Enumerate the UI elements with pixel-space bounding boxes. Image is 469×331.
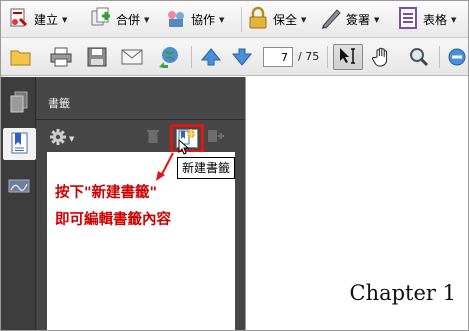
delete-bookmark-button[interactable] bbox=[146, 128, 160, 147]
pages-tab-icon bbox=[10, 91, 28, 116]
next-page-icon[interactable] bbox=[230, 46, 254, 68]
collaborate-label: 協作 bbox=[191, 13, 216, 27]
tooltip: 新建書籤 bbox=[177, 157, 236, 179]
email-icon[interactable] bbox=[120, 46, 144, 68]
toolbar-divider bbox=[241, 7, 242, 32]
chevron-down-icon: ▼ bbox=[374, 15, 380, 24]
panel-divider bbox=[36, 119, 245, 120]
toolbar-divider bbox=[191, 46, 192, 68]
globe-icon[interactable] bbox=[156, 46, 180, 68]
forms-label: 表格 bbox=[423, 13, 448, 27]
sign-label: 簽署 bbox=[346, 13, 371, 27]
chevron-down-icon: ▼ bbox=[69, 134, 75, 143]
zoom-out-icon[interactable] bbox=[445, 46, 468, 68]
chevron-down-icon: ▼ bbox=[144, 15, 150, 24]
secure-label: 保全 bbox=[273, 13, 298, 27]
chevron-down-icon: ▼ bbox=[301, 15, 307, 24]
mouse-pointer-icon bbox=[178, 138, 190, 158]
select-tool-button[interactable] bbox=[333, 44, 363, 70]
acrobat-window: 建立 ▼ 合併 ▼ 協作 ▼ 保全 ▼ 簽署 ▼ 表格 ▼ 7 / 75 書籤 … bbox=[0, 0, 469, 331]
pages-tab[interactable] bbox=[5, 87, 32, 119]
select-text-cursor-icon bbox=[338, 47, 358, 68]
combine-label: 合併 bbox=[116, 13, 141, 27]
combine-icon bbox=[89, 6, 113, 33]
collaborate-button[interactable]: 協作 ▼ bbox=[164, 6, 224, 33]
options-button[interactable]: ▼ bbox=[49, 128, 74, 149]
create-button[interactable]: 建立 ▼ bbox=[7, 6, 67, 33]
page-total: / 75 bbox=[298, 50, 320, 63]
hand-tool-icon[interactable] bbox=[370, 46, 394, 68]
navigation-toolbar: / 75 bbox=[1, 38, 468, 76]
expand-bookmark-icon bbox=[207, 130, 225, 147]
navigation-pane-strip bbox=[1, 77, 36, 330]
create-label: 建立 bbox=[34, 13, 59, 27]
save-icon[interactable] bbox=[85, 46, 109, 68]
toolbar-divider bbox=[327, 46, 328, 68]
previous-page-icon[interactable] bbox=[199, 46, 223, 68]
annotation-line-1: 按下"新建書籤" bbox=[55, 185, 158, 201]
page-number-input[interactable] bbox=[263, 47, 293, 67]
sign-button[interactable]: 簽署 ▼ bbox=[319, 6, 379, 33]
combine-button[interactable]: 合併 ▼ bbox=[89, 6, 149, 33]
toolbar-divider bbox=[439, 46, 440, 68]
lock-icon bbox=[246, 6, 270, 33]
zoom-tool-icon[interactable] bbox=[407, 46, 431, 68]
pen-icon bbox=[319, 6, 343, 33]
forms-button[interactable]: 表格 ▼ bbox=[396, 6, 456, 33]
collaborate-icon bbox=[164, 6, 188, 33]
document-view[interactable]: Chapter 1 bbox=[245, 77, 468, 330]
task-toolbar: 建立 ▼ 合併 ▼ 協作 ▼ 保全 ▼ 簽署 ▼ 表格 ▼ bbox=[1, 1, 468, 38]
print-icon[interactable] bbox=[49, 46, 73, 68]
panel-title: 書籤 bbox=[48, 97, 70, 110]
signatures-tab-icon bbox=[8, 177, 30, 198]
chevron-down-icon: ▼ bbox=[219, 15, 225, 24]
signatures-tab[interactable] bbox=[5, 171, 32, 203]
move-bookmark-button[interactable] bbox=[207, 128, 225, 147]
trash-icon bbox=[146, 130, 160, 147]
bookmarks-tab[interactable] bbox=[3, 128, 36, 160]
annotation-line-2: 即可編輯書籤內容 bbox=[55, 212, 171, 228]
open-icon[interactable] bbox=[9, 46, 33, 68]
form-icon bbox=[396, 6, 420, 33]
chapter-heading: Chapter 1 bbox=[349, 281, 457, 305]
secure-button[interactable]: 保全 ▼ bbox=[246, 6, 306, 33]
chevron-down-icon: ▼ bbox=[451, 15, 457, 24]
bookmarks-tab-icon bbox=[10, 131, 30, 158]
create-pdf-icon bbox=[7, 6, 31, 33]
gear-icon bbox=[49, 128, 67, 149]
chevron-down-icon: ▼ bbox=[62, 15, 68, 24]
